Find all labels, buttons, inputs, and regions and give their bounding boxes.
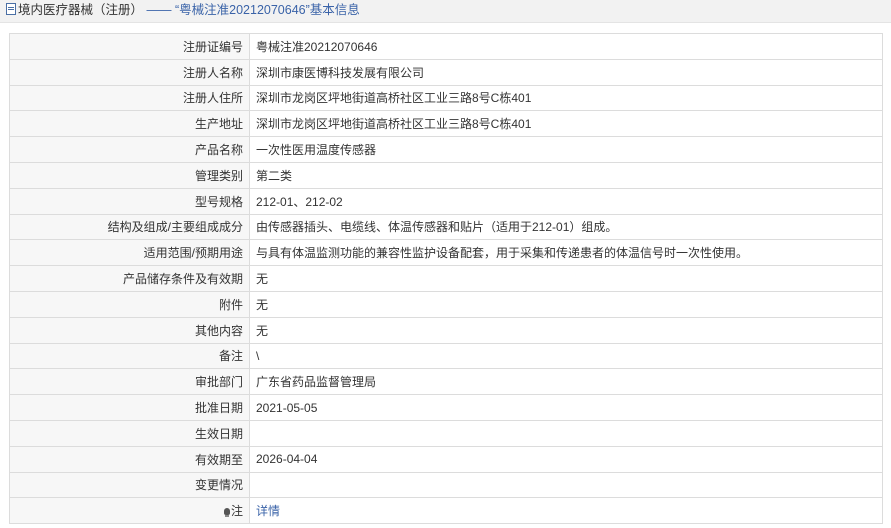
details-link[interactable]: 详情 [256, 504, 280, 518]
row-value: 无 [249, 316, 883, 344]
row-label: 其他内容 [9, 316, 250, 344]
row-value: 粤械注准20212070646 [249, 33, 883, 60]
table-row: 管理类别 第二类 [9, 161, 883, 189]
row-label: 适用范围/预期用途 [9, 239, 250, 267]
row-value: 广东省药品监督管理局 [249, 368, 883, 396]
table-row: 注册人名称 深圳市康医博科技发展有限公司 [9, 58, 883, 86]
note-value-cell: 详情 [249, 497, 883, 525]
row-value [249, 419, 883, 447]
title-separator: —— [146, 3, 172, 17]
page-title-bar: 境内医疗器械（注册） —— “粤械注准20212070646”基本信息 [0, 0, 891, 23]
row-value: 与具有体温监测功能的兼容性监护设备配套，用于采集和传递患者的体温信号时一次性使用… [249, 239, 883, 267]
row-value: 2026-04-04 [249, 445, 883, 473]
row-value: 深圳市龙岗区坪地街道高桥社区工业三路8号C栋401 [249, 84, 883, 112]
table-row: 审批部门 广东省药品监督管理局 [9, 368, 883, 396]
table-row: 注册人住所 深圳市龙岗区坪地街道高桥社区工业三路8号C栋401 [9, 84, 883, 112]
row-label: 生效日期 [9, 419, 250, 447]
table-row: 产品储存条件及有效期无 [9, 265, 883, 292]
row-value [249, 471, 883, 499]
table-row: 备注 \ [9, 342, 883, 370]
row-label: 注册人名称 [9, 58, 250, 86]
row-value: 2021-05-05 [249, 394, 883, 421]
row-value: 212-01、212-02 [249, 187, 883, 215]
row-label: 有效期至 [9, 445, 250, 473]
note-label-cell: 注 [9, 497, 250, 525]
note-row: 注 详情 [9, 497, 883, 525]
row-label: 备注 [9, 342, 250, 370]
table-row: 型号规格 212-01、212-02 [9, 187, 883, 215]
table-row: 产品名称 一次性医用温度传感器 [9, 136, 883, 163]
row-value: 无 [249, 265, 883, 292]
table-row: 批准日期 2021-05-05 [9, 394, 883, 421]
row-value: 由传感器插头、电缆线、体温传感器和贴片（适用于212-01）组成。 [249, 213, 883, 241]
lightbulb-icon [223, 508, 230, 518]
table-row: 其他内容无 [9, 316, 883, 344]
row-label: 批准日期 [9, 394, 250, 421]
detail-table-body: 注册证编号 粤械注准20212070646 注册人名称 深圳市康医博科技发展有限公司注… [9, 33, 883, 499]
row-label: 注册证编号 [9, 33, 250, 60]
row-label: 产品名称 [9, 136, 250, 163]
row-label: 产品储存条件及有效期 [9, 265, 250, 292]
row-value: 无 [249, 290, 883, 318]
row-value: 一次性医用温度传感器 [249, 136, 883, 163]
row-label: 变更情况 [9, 471, 250, 499]
page-title: “粤械注准20212070646”基本信息 [174, 3, 360, 17]
row-label: 审批部门 [9, 368, 250, 396]
row-value: \ [249, 342, 883, 370]
row-label: 管理类别 [9, 161, 250, 189]
row-value: 深圳市龙岗区坪地街道高桥社区工业三路8号C栋401 [249, 110, 883, 138]
row-label: 结构及组成/主要组成成分 [9, 213, 250, 241]
table-row: 适用范围/预期用途 与具有体温监测功能的兼容性监护设备配套，用于采集和传递患者的体… [9, 239, 883, 267]
title-prefix: 境内医疗器械（注册） [18, 3, 144, 17]
row-label: 生产地址 [9, 110, 250, 138]
table-row: 变更情况 [9, 471, 883, 499]
table-row: 附件无 [9, 290, 883, 318]
document-icon [6, 3, 16, 15]
table-row: 有效期至 2026-04-04 [9, 445, 883, 473]
detail-table: 注册证编号 粤械注准20212070646 注册人名称 深圳市康医博科技发展有限公司注… [9, 33, 883, 525]
row-value: 第二类 [249, 161, 883, 189]
row-label: 附件 [9, 290, 250, 318]
note-label: 注 [230, 504, 243, 519]
table-row: 结构及组成/主要组成成分 由传感器插头、电缆线、体温传感器和贴片（适用于212-0… [9, 213, 883, 241]
table-row: 生效日期 [9, 419, 883, 447]
table-row: 生产地址 深圳市龙岗区坪地街道高桥社区工业三路8号C栋401 [9, 110, 883, 138]
table-row: 注册证编号 粤械注准20212070646 [9, 33, 883, 60]
row-label: 注册人住所 [9, 84, 250, 112]
row-value: 深圳市康医博科技发展有限公司 [249, 58, 883, 86]
row-label: 型号规格 [9, 187, 250, 215]
